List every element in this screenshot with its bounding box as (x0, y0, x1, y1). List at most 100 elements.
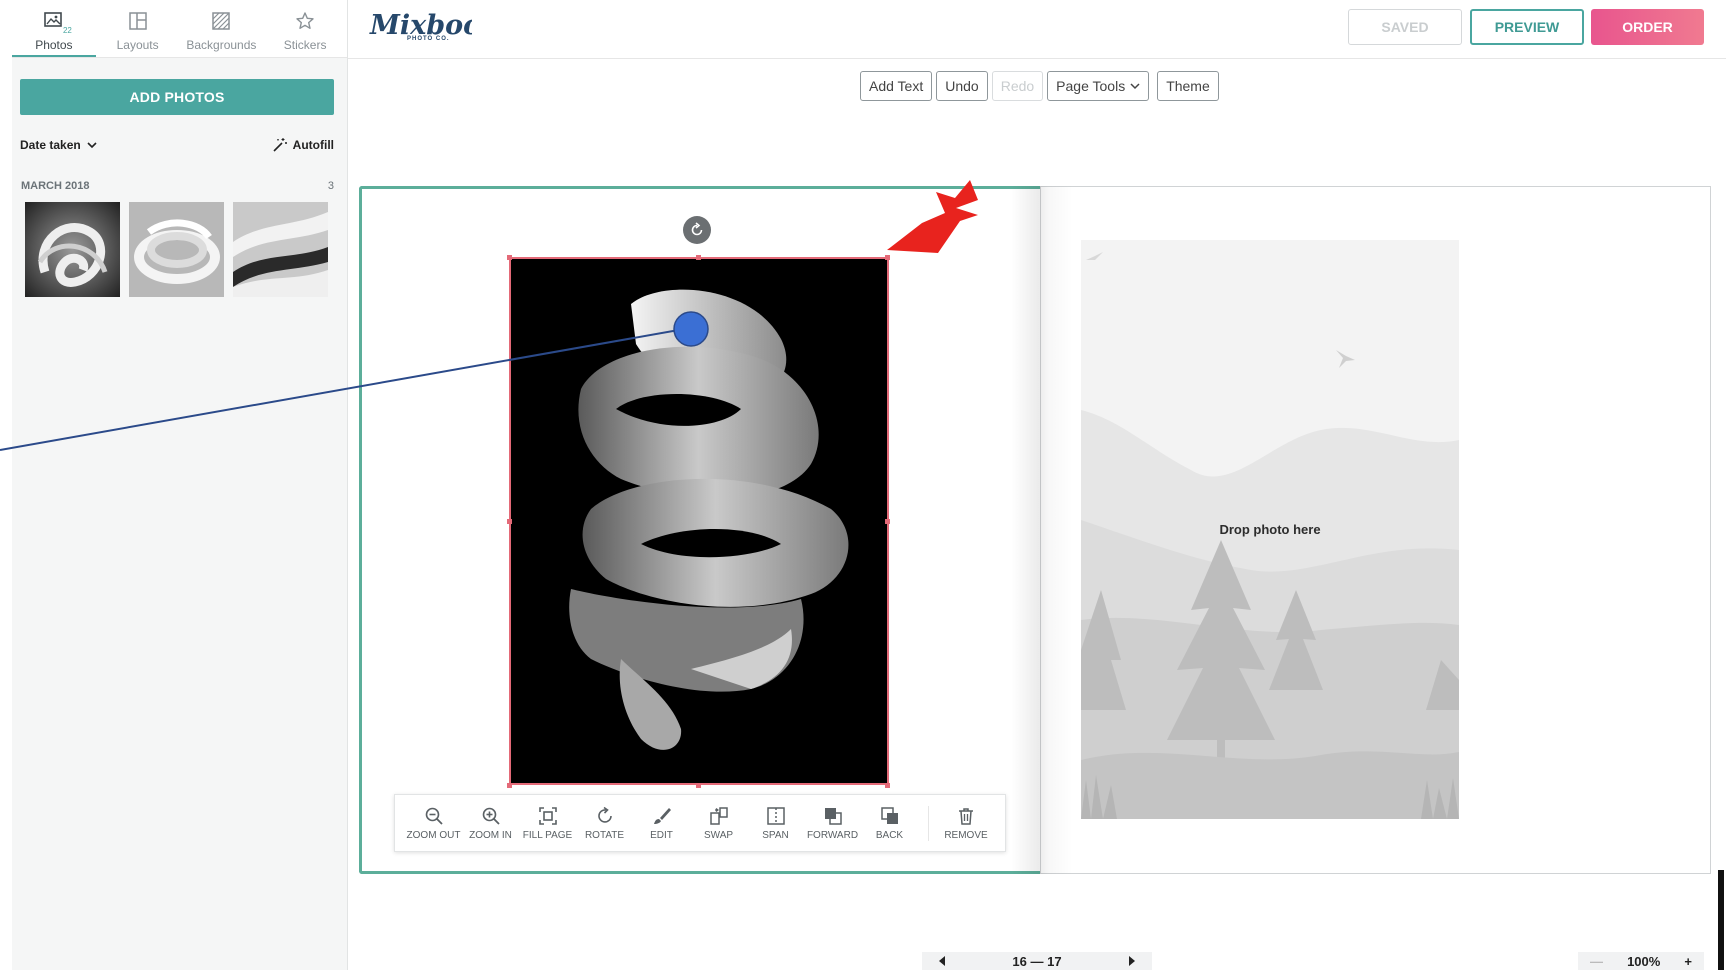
caret-right-icon (1129, 955, 1135, 966)
resize-handle[interactable] (696, 783, 701, 788)
tool-label: SWAP (703, 829, 734, 841)
rotate-icon (597, 806, 612, 823)
add-text-button[interactable]: Add Text (860, 71, 933, 101)
theme-button[interactable]: Theme (1157, 71, 1219, 101)
photo-placeholder[interactable]: Drop photo here (1081, 240, 1459, 819)
mixbook-logo[interactable]: Mixbook PHOTO CO. (368, 8, 500, 48)
selected-photo[interactable] (509, 257, 889, 785)
fill-page-button[interactable]: FILL PAGE (519, 806, 576, 841)
page-tools-dropdown[interactable]: Page Tools (1047, 71, 1150, 101)
rotate-handle[interactable] (683, 216, 711, 244)
back-button[interactable]: BACK (861, 806, 918, 841)
tool-label: SPAN (762, 829, 789, 841)
remove-button[interactable]: REMOVE (928, 805, 998, 841)
rotate-button[interactable]: ROTATE (576, 806, 633, 841)
tab-label: Stickers (283, 38, 327, 52)
chevron-down-icon (1130, 83, 1140, 90)
zoom-minus-button[interactable]: — (1590, 954, 1603, 969)
tool-label: EDIT (650, 829, 673, 841)
brush-icon (653, 807, 671, 824)
resize-handle[interactable] (507, 783, 512, 788)
tab-label: Backgrounds (186, 38, 257, 52)
redo-button[interactable]: Redo (991, 71, 1044, 101)
span-icon (766, 806, 785, 825)
tool-label: BACK (875, 829, 904, 841)
photo-thumbnails (25, 202, 328, 297)
backgrounds-icon (209, 9, 233, 33)
page-range: 16 — 17 (1012, 953, 1062, 969)
span-button[interactable]: SPAN (747, 806, 804, 841)
zoom-in-button[interactable]: ZOOM IN (462, 806, 519, 841)
prev-page-button[interactable] (938, 954, 946, 969)
magic-wand-icon (273, 138, 287, 152)
fill-page-icon (538, 806, 557, 825)
resize-handle[interactable] (507, 519, 512, 524)
preview-button[interactable]: PREVIEW (1470, 9, 1584, 45)
undo-button[interactable]: Undo (936, 71, 988, 101)
zoom-control: — 100% + (1578, 952, 1704, 970)
tab-layouts[interactable]: Layouts (96, 0, 180, 57)
photo-group-header: MARCH 2018 3 (21, 180, 334, 192)
star-icon (293, 9, 317, 33)
tab-photos[interactable]: 22 Photos (12, 0, 96, 57)
photo-thumbnail[interactable] (25, 202, 120, 297)
tab-label: Layouts (116, 38, 159, 52)
add-photos-button[interactable]: ADD PHOTOS (20, 79, 334, 115)
zoom-in-icon (482, 807, 500, 825)
autofill-button[interactable]: Autofill (272, 137, 334, 153)
tool-label: FORWARD (806, 829, 859, 841)
photos-icon: 22 (42, 9, 72, 35)
photo-tools-bar: ZOOM OUT ZOOM IN FILL PAGE ROTATE EDIT S… (394, 794, 1006, 852)
scrollbar[interactable] (1718, 870, 1724, 970)
zoom-out-icon (425, 807, 443, 825)
drop-photo-label: Drop photo here (1219, 522, 1321, 537)
page-tools-label: Page Tools (1056, 78, 1126, 94)
sort-label: Date taken (20, 138, 81, 152)
photo-thumbnail[interactable] (129, 202, 224, 297)
zoom-plus-button[interactable]: + (1684, 954, 1692, 969)
sidebar-tabs: 22 Photos Layouts Backgrounds Stickers (12, 0, 347, 58)
rotate-icon (691, 222, 703, 236)
photo-thumbnail[interactable] (233, 202, 328, 297)
trash-icon (959, 807, 973, 825)
resize-handle[interactable] (885, 783, 890, 788)
sidebar: 22 Photos Layouts Backgrounds Stickers A… (12, 0, 348, 970)
sort-dropdown[interactable]: Date taken (20, 138, 97, 152)
page-navigator: 16 — 17 (922, 952, 1152, 970)
saved-button[interactable]: SAVED (1348, 9, 1462, 45)
photo-count-badge: 22 (62, 26, 72, 35)
swap-button[interactable]: SWAP (690, 806, 747, 841)
zoom-value: 100% (1627, 953, 1661, 969)
mixbook-editor: 22 Photos Layouts Backgrounds Stickers A… (0, 0, 1726, 970)
tool-label: ZOOM IN (469, 829, 512, 841)
chevron-down-icon (87, 142, 97, 149)
forward-icon (824, 807, 842, 825)
tool-label: FILL PAGE (522, 829, 573, 841)
logo-subtitle: PHOTO CO. (407, 36, 450, 42)
group-count: 3 (327, 180, 334, 192)
resize-handle[interactable] (885, 519, 890, 524)
tool-label: REMOVE (944, 829, 988, 841)
resize-handle[interactable] (696, 255, 701, 260)
resize-handle[interactable] (507, 255, 512, 260)
zoom-out-button[interactable]: ZOOM OUT (405, 806, 462, 841)
resize-handle[interactable] (885, 255, 890, 260)
tool-label: ZOOM OUT (406, 829, 461, 841)
group-name: MARCH 2018 (21, 180, 90, 192)
tool-label: ROTATE (584, 829, 625, 841)
swap-icon (709, 806, 728, 825)
back-icon (880, 806, 898, 824)
editor-toolbar: Add Text Undo Redo Page Tools Theme (860, 71, 1219, 101)
tab-label: Photos (35, 38, 73, 52)
order-button[interactable]: ORDER (1591, 9, 1704, 45)
forward-button[interactable]: FORWARD (804, 806, 861, 841)
autofill-label: Autofill (292, 138, 334, 152)
layouts-icon (126, 9, 150, 33)
tab-stickers[interactable]: Stickers (263, 0, 347, 57)
edit-button[interactable]: EDIT (633, 806, 690, 841)
next-page-button[interactable] (1128, 954, 1136, 969)
header-divider (348, 58, 1726, 59)
caret-left-icon (939, 955, 945, 966)
paper-spiral-photo (511, 259, 887, 783)
tab-backgrounds[interactable]: Backgrounds (180, 0, 264, 57)
